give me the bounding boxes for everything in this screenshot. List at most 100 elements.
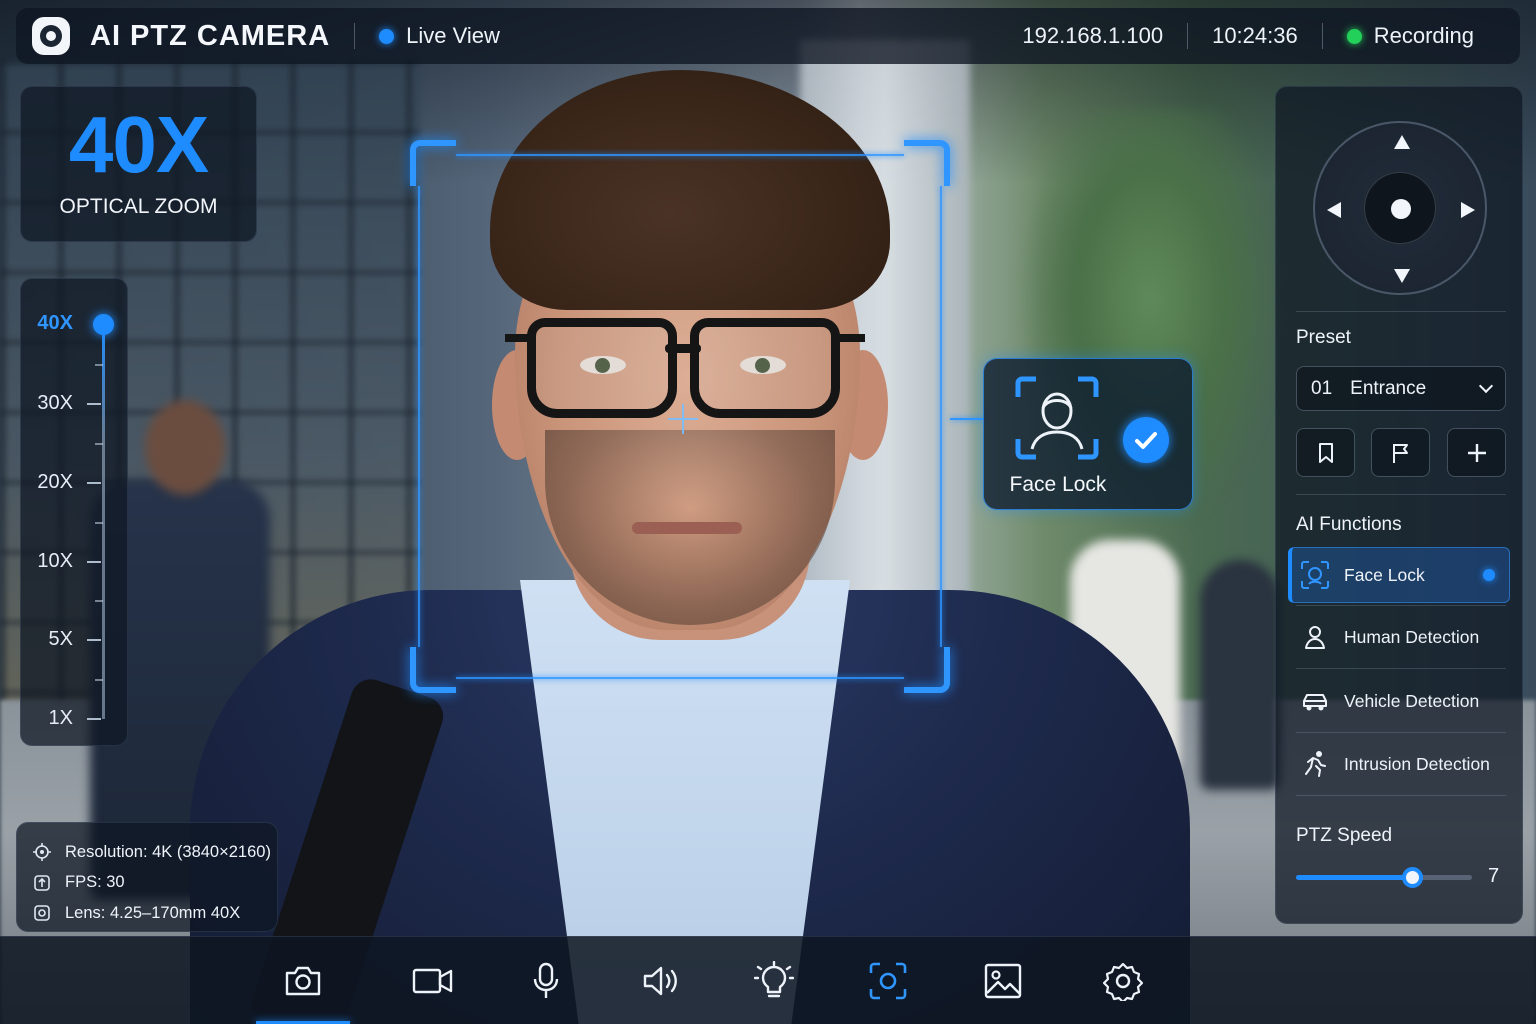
live-view-tab[interactable]: Live View: [379, 23, 500, 49]
stream-info-card: Resolution: 4K (3840×2160) FPS: 30 Lens:…: [16, 822, 278, 932]
ip-address: 192.168.1.100: [1022, 23, 1164, 48]
pan-left-icon[interactable]: [1327, 202, 1341, 218]
zoom-tick: [87, 403, 101, 405]
pan-up-icon[interactable]: [1394, 135, 1410, 149]
camera-logo-icon: [32, 17, 70, 55]
preset-name: Entrance: [1350, 377, 1427, 399]
ai-item-intrusion-detection[interactable]: Intrusion Detection: [1288, 736, 1510, 792]
illuminator-button[interactable]: [727, 951, 821, 1011]
zoom-track-fill: [102, 324, 105, 444]
gallery-button[interactable]: [956, 951, 1050, 1011]
joystick-dot-icon: [1391, 199, 1411, 219]
ptz-speed-handle[interactable]: [1402, 867, 1424, 888]
zoom-tick-label[interactable]: 5X: [49, 628, 73, 651]
zoom-value: 40X: [68, 100, 209, 189]
reticle-corner: [410, 140, 456, 186]
ptz-speed-fill: [1296, 875, 1413, 880]
face-lock-status-card[interactable]: Face Lock: [983, 358, 1193, 510]
reticle-corner: [904, 140, 950, 186]
ai-item-label: Human Detection: [1344, 626, 1480, 647]
fps-row: FPS: 30: [33, 868, 261, 899]
zoom-minor-tick: [95, 364, 103, 366]
divider: [1296, 605, 1506, 606]
reticle-corner: [904, 647, 950, 693]
zoom-minor-tick: [95, 522, 103, 524]
face-scan-icon: [1301, 561, 1329, 589]
check-icon: [1123, 417, 1169, 463]
divider: [1296, 668, 1506, 669]
video-icon: [412, 968, 453, 994]
reticle-connector: [950, 418, 984, 420]
preset-dropdown[interactable]: 01 Entrance: [1296, 366, 1506, 411]
lens-row: Lens: 4.25–170mm 40X: [33, 898, 261, 929]
light-bulb-icon: [754, 961, 794, 998]
microphone-button[interactable]: [499, 951, 593, 1011]
chevron-down-icon: [1478, 378, 1494, 393]
frame-rate-icon: [34, 874, 50, 891]
live-view-label: Live View: [406, 23, 500, 48]
flag-icon: [1393, 444, 1408, 463]
divider: [1187, 23, 1189, 49]
preset-title: Preset: [1296, 327, 1351, 348]
preset-number: 01: [1311, 377, 1333, 399]
top-bar: AI PTZ CAMERA Live View 192.168.1.100 10…: [16, 8, 1520, 64]
save-preset-button[interactable]: [1296, 428, 1355, 477]
goto-preset-button[interactable]: [1371, 428, 1430, 477]
divider: [1296, 795, 1506, 796]
record-video-button[interactable]: [386, 951, 480, 1011]
recording-status[interactable]: Recording: [1346, 23, 1474, 49]
live-indicator-icon: [379, 28, 395, 44]
zoom-tick-label[interactable]: 40X: [37, 312, 73, 335]
zoom-slider[interactable]: 40X 30X 20X 10X 5X 1X: [20, 278, 128, 746]
face-lock-label: Face Lock: [1009, 473, 1107, 496]
ai-item-face-lock[interactable]: Face Lock: [1288, 547, 1510, 603]
ai-item-vehicle-detection[interactable]: Vehicle Detection: [1288, 673, 1510, 729]
zoom-tick-label[interactable]: 1X: [49, 707, 73, 730]
active-indicator-icon: [1483, 569, 1495, 581]
ptz-speed-title: PTZ Speed: [1296, 825, 1393, 846]
ai-item-label: Vehicle Detection: [1344, 690, 1480, 711]
bookmark-icon: [1319, 443, 1333, 463]
crosshair-icon: [33, 843, 51, 862]
zoom-handle[interactable]: [93, 314, 114, 335]
settings-icon: [1103, 962, 1143, 1001]
settings-button[interactable]: [1076, 951, 1170, 1011]
zoom-tick: [87, 561, 101, 563]
zoom-tick-label[interactable]: 30X: [37, 392, 73, 415]
ai-item-label: Face Lock: [1344, 564, 1425, 585]
fps-text: FPS: 30: [65, 873, 125, 892]
control-panel: Preset 01 Entrance AI Functions Face Loc…: [1275, 86, 1523, 924]
bottom-toolbar: [0, 936, 1536, 1024]
divider: [1296, 732, 1506, 733]
app-title: AI PTZ CAMERA: [90, 19, 331, 52]
zoom-tick: [87, 482, 101, 484]
add-preset-button[interactable]: [1447, 428, 1506, 477]
zoom-minor-tick: [95, 443, 103, 445]
resolution-row: Resolution: 4K (3840×2160): [33, 837, 271, 868]
joystick-center[interactable]: [1364, 172, 1436, 244]
person-icon: [1305, 626, 1325, 649]
speaker-button[interactable]: [614, 951, 708, 1011]
resolution-text: Resolution: 4K (3840×2160): [65, 842, 271, 861]
lens-text: Lens: 4.25–170mm 40X: [65, 903, 241, 922]
ptz-joystick[interactable]: [1313, 121, 1487, 295]
divider: [1296, 311, 1506, 312]
camera-icon: [285, 966, 321, 996]
zoom-label: OPTICAL ZOOM: [59, 195, 218, 218]
zoom-tick-label[interactable]: 20X: [37, 471, 73, 494]
background-pedestrian: [1200, 560, 1280, 790]
zoom-tick: [87, 718, 101, 720]
zoom-tick-label[interactable]: 10X: [37, 550, 73, 573]
zoom-minor-tick: [95, 600, 103, 602]
microphone-icon: [533, 962, 559, 998]
ptz-speed-slider[interactable]: [1296, 867, 1472, 888]
ai-tracking-button[interactable]: [841, 951, 935, 1011]
pan-right-icon[interactable]: [1461, 202, 1475, 218]
face-scan-icon: [1015, 376, 1099, 460]
ai-item-label: Intrusion Detection: [1344, 753, 1490, 774]
clock: 10:24:36: [1212, 23, 1298, 48]
ai-item-human-detection[interactable]: Human Detection: [1288, 609, 1510, 665]
pan-down-icon[interactable]: [1394, 269, 1410, 283]
divider: [1296, 494, 1506, 495]
snapshot-button[interactable]: [256, 951, 350, 1024]
